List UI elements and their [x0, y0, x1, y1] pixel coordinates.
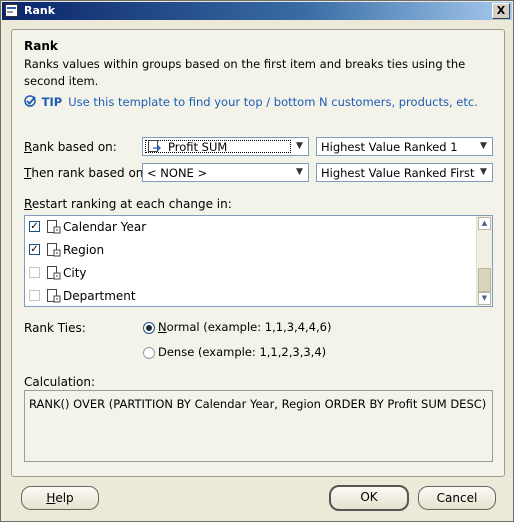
- dimension-icon: [47, 266, 61, 280]
- checkbox-unchecked[interactable]: [29, 267, 40, 278]
- rank-based-on-label: Rank based on:: [24, 140, 117, 154]
- scroll-up-icon[interactable]: ▲: [478, 217, 491, 230]
- list-item-label: City: [63, 266, 87, 280]
- window-title: Rank: [24, 4, 56, 17]
- list-item-label: Department: [63, 289, 136, 303]
- normal-radio-label: Normal (example: 1,1,3,4,4,6): [158, 320, 332, 334]
- restart-ranking-label: Restart ranking at each change in:: [24, 197, 232, 211]
- tip-text: Use this template to find your top / bot…: [68, 95, 478, 109]
- title-bar[interactable]: Rank X: [2, 2, 512, 20]
- then-rank-order-value: Highest Value Ranked First: [321, 166, 475, 180]
- calculation-label: Calculation:: [24, 375, 95, 389]
- dimension-icon: [47, 220, 61, 234]
- rank-order-select[interactable]: Highest Value Ranked 1 ▼: [316, 137, 493, 156]
- tip-label: TIP: [41, 95, 63, 109]
- tip-check-icon: [24, 95, 36, 107]
- then-rank-item-select[interactable]: < NONE > ▼: [142, 163, 309, 182]
- list-scrollbar[interactable]: ▲ ▼: [476, 216, 492, 306]
- chevron-down-icon[interactable]: ▼: [477, 140, 490, 153]
- panel-description: Ranks values within groups based on the …: [24, 57, 466, 88]
- cancel-button[interactable]: Cancel: [418, 486, 496, 510]
- dimension-icon: [47, 289, 61, 303]
- dialog-icon: [5, 4, 18, 17]
- scroll-thumb[interactable]: [478, 268, 491, 292]
- chevron-down-icon[interactable]: ▼: [477, 166, 490, 179]
- help-button[interactable]: Help: [21, 486, 99, 510]
- scroll-down-icon[interactable]: ▼: [478, 292, 491, 305]
- normal-radio[interactable]: [143, 322, 155, 334]
- rank-ties-label: Rank Ties:: [24, 321, 86, 335]
- dense-radio-label: Dense (example: 1,1,2,3,3,4): [158, 345, 327, 359]
- chevron-down-icon[interactable]: ▼: [293, 166, 306, 179]
- panel-heading: Rank: [24, 39, 58, 53]
- then-rank-order-select[interactable]: Highest Value Ranked First ▼: [316, 163, 493, 182]
- dimension-icon: [47, 243, 61, 257]
- dense-radio[interactable]: [143, 347, 155, 359]
- restart-items-list[interactable]: ✓ Calendar Year ✓ Region City Department…: [24, 215, 493, 307]
- tip-row: TIP Use this template to find your top / …: [24, 95, 478, 109]
- then-rank-item-value: < NONE >: [147, 166, 208, 180]
- rank-order-value: Highest Value Ranked 1: [321, 140, 458, 154]
- checkbox-unchecked[interactable]: [29, 290, 40, 301]
- rank-dialog: Rank X Rank Ranks values within groups b…: [0, 0, 514, 522]
- checkbox-checked[interactable]: ✓: [29, 244, 40, 255]
- rank-item-select[interactable]: Profit SUM ▼: [142, 137, 309, 156]
- calculation-text: RANK() OVER (PARTITION BY Calendar Year,…: [24, 390, 493, 462]
- main-panel: Rank Ranks values within groups based on…: [11, 29, 505, 477]
- checkbox-checked[interactable]: ✓: [29, 221, 40, 232]
- list-item-label: Calendar Year: [63, 220, 147, 234]
- list-item-label: Region: [63, 243, 105, 257]
- ok-button[interactable]: OK: [329, 485, 409, 511]
- rank-item-value: Profit SUM: [168, 140, 228, 154]
- close-button[interactable]: X: [492, 3, 510, 19]
- measure-icon: [148, 140, 161, 152]
- chevron-down-icon[interactable]: ▼: [293, 140, 306, 153]
- then-rank-based-on-label: Then rank based on:: [24, 166, 148, 180]
